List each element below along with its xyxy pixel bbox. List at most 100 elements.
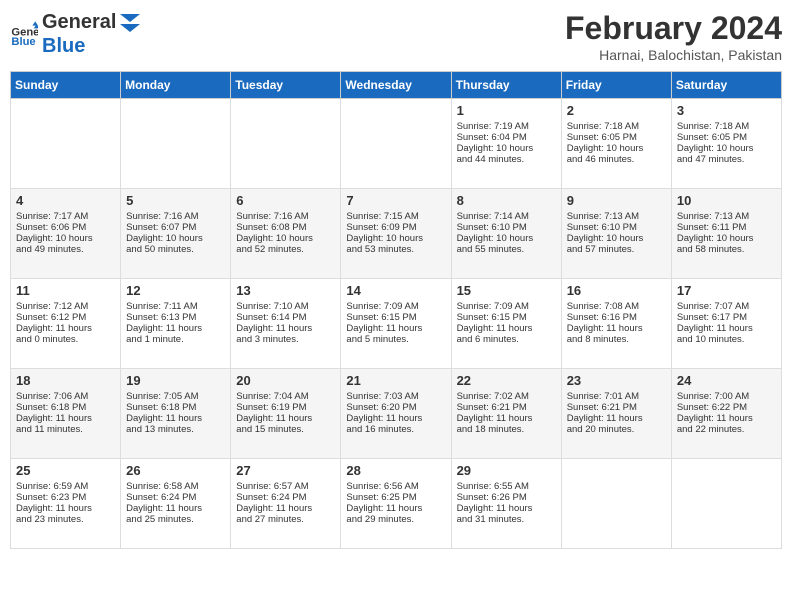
day-number: 21 [346,373,445,388]
calendar-cell [341,99,451,189]
day-info-line: and 0 minutes. [16,334,115,345]
day-info-line: Daylight: 10 hours [677,233,776,244]
day-info-line: Sunrise: 7:19 AM [457,121,556,132]
day-number: 6 [236,193,335,208]
calendar-cell: 5Sunrise: 7:16 AMSunset: 6:07 PMDaylight… [121,189,231,279]
day-number: 22 [457,373,556,388]
day-info-line: Daylight: 11 hours [457,503,556,514]
day-info-line: Sunrise: 7:08 AM [567,301,666,312]
day-info-line: Sunset: 6:21 PM [567,402,666,413]
day-info-line: Sunset: 6:16 PM [567,312,666,323]
logo-blue: Blue [42,34,116,58]
day-info-line: and 49 minutes. [16,244,115,255]
day-info-line: Sunset: 6:09 PM [346,222,445,233]
calendar-cell: 20Sunrise: 7:04 AMSunset: 6:19 PMDayligh… [231,369,341,459]
day-number: 25 [16,463,115,478]
day-info-line: Sunset: 6:10 PM [457,222,556,233]
day-info-line: Sunrise: 6:55 AM [457,481,556,492]
day-info-line: Sunset: 6:14 PM [236,312,335,323]
day-number: 10 [677,193,776,208]
day-number: 9 [567,193,666,208]
calendar-cell: 1Sunrise: 7:19 AMSunset: 6:04 PMDaylight… [451,99,561,189]
day-info-line: Daylight: 11 hours [346,323,445,334]
day-info-line: Daylight: 10 hours [16,233,115,244]
day-info-line: Sunset: 6:06 PM [16,222,115,233]
day-info-line: Sunrise: 7:17 AM [16,211,115,222]
day-number: 24 [677,373,776,388]
calendar-week-5: 25Sunrise: 6:59 AMSunset: 6:23 PMDayligh… [11,459,782,549]
day-info-line: Sunset: 6:11 PM [677,222,776,233]
day-info-line: Sunset: 6:18 PM [16,402,115,413]
day-info-line: Daylight: 10 hours [567,233,666,244]
day-info-line: and 13 minutes. [126,424,225,435]
day-info-line: and 11 minutes. [16,424,115,435]
day-info-line: Daylight: 10 hours [457,233,556,244]
day-info-line: and 44 minutes. [457,154,556,165]
weekday-header-wednesday: Wednesday [341,72,451,99]
day-info-line: and 52 minutes. [236,244,335,255]
calendar-cell: 12Sunrise: 7:11 AMSunset: 6:13 PMDayligh… [121,279,231,369]
day-info-line: Daylight: 11 hours [457,413,556,424]
day-number: 19 [126,373,225,388]
day-info-line: Sunset: 6:07 PM [126,222,225,233]
day-info-line: Daylight: 11 hours [457,323,556,334]
day-number: 4 [16,193,115,208]
day-number: 18 [16,373,115,388]
day-info-line: Sunset: 6:17 PM [677,312,776,323]
calendar-cell: 15Sunrise: 7:09 AMSunset: 6:15 PMDayligh… [451,279,561,369]
day-number: 12 [126,283,225,298]
weekday-header-thursday: Thursday [451,72,561,99]
day-number: 23 [567,373,666,388]
day-info-line: Sunrise: 6:57 AM [236,481,335,492]
day-info-line: and 47 minutes. [677,154,776,165]
calendar-cell [671,459,781,549]
calendar-table: SundayMondayTuesdayWednesdayThursdayFrid… [10,71,782,549]
day-info-line: and 3 minutes. [236,334,335,345]
day-info-line: Daylight: 11 hours [16,323,115,334]
day-number: 3 [677,103,776,118]
day-info-line: Sunrise: 7:11 AM [126,301,225,312]
day-info-line: Daylight: 10 hours [567,143,666,154]
calendar-cell [231,99,341,189]
day-info-line: Sunrise: 7:10 AM [236,301,335,312]
day-number: 26 [126,463,225,478]
day-info-line: Sunrise: 7:14 AM [457,211,556,222]
day-info-line: Sunrise: 7:12 AM [16,301,115,312]
calendar-week-3: 11Sunrise: 7:12 AMSunset: 6:12 PMDayligh… [11,279,782,369]
logo-general: General [42,10,116,34]
day-info-line: Daylight: 11 hours [346,413,445,424]
day-info-line: Daylight: 10 hours [236,233,335,244]
day-info-line: Sunrise: 7:03 AM [346,391,445,402]
calendar-cell: 16Sunrise: 7:08 AMSunset: 6:16 PMDayligh… [561,279,671,369]
weekday-header-tuesday: Tuesday [231,72,341,99]
day-info-line: Daylight: 10 hours [346,233,445,244]
day-info-line: Sunrise: 6:59 AM [16,481,115,492]
day-number: 15 [457,283,556,298]
calendar-cell: 9Sunrise: 7:13 AMSunset: 6:10 PMDaylight… [561,189,671,279]
day-info-line: Sunrise: 7:13 AM [677,211,776,222]
day-info-line: Daylight: 11 hours [126,413,225,424]
day-info-line: Daylight: 11 hours [567,323,666,334]
calendar-cell: 11 Sunrise: 7:12 AMSunset: 6:12 PMDayligh… [11,279,121,369]
day-info-line: Sunset: 6:25 PM [346,492,445,503]
calendar-cell: 22Sunrise: 7:02 AMSunset: 6:21 PMDayligh… [451,369,561,459]
svg-text:Blue: Blue [11,36,35,48]
day-info-line: Daylight: 11 hours [126,503,225,514]
logo-icon: General Blue [10,20,38,48]
day-info-line: Daylight: 11 hours [16,413,115,424]
day-info-line: and 27 minutes. [236,514,335,525]
logo: General Blue General Blue [10,10,140,58]
day-number: 13 [236,283,335,298]
day-info-line: Sunrise: 6:58 AM [126,481,225,492]
calendar-week-2: 4Sunrise: 7:17 AMSunset: 6:06 PMDaylight… [11,189,782,279]
calendar-cell: 17Sunrise: 7:07 AMSunset: 6:17 PMDayligh… [671,279,781,369]
title-block: February 2024 Harnai, Balochistan, Pakis… [565,10,782,63]
day-info-line: and 53 minutes. [346,244,445,255]
calendar-cell: 23Sunrise: 7:01 AMSunset: 6:21 PMDayligh… [561,369,671,459]
day-number: 11 [16,283,115,298]
day-info-line: Sunset: 6:12 PM [16,312,115,323]
day-number: 7 [346,193,445,208]
day-info-line: Daylight: 10 hours [677,143,776,154]
calendar-cell: 10 Sunrise: 7:13 AMSunset: 6:11 PMDayligh… [671,189,781,279]
calendar-cell: 13Sunrise: 7:10 AMSunset: 6:14 PMDayligh… [231,279,341,369]
